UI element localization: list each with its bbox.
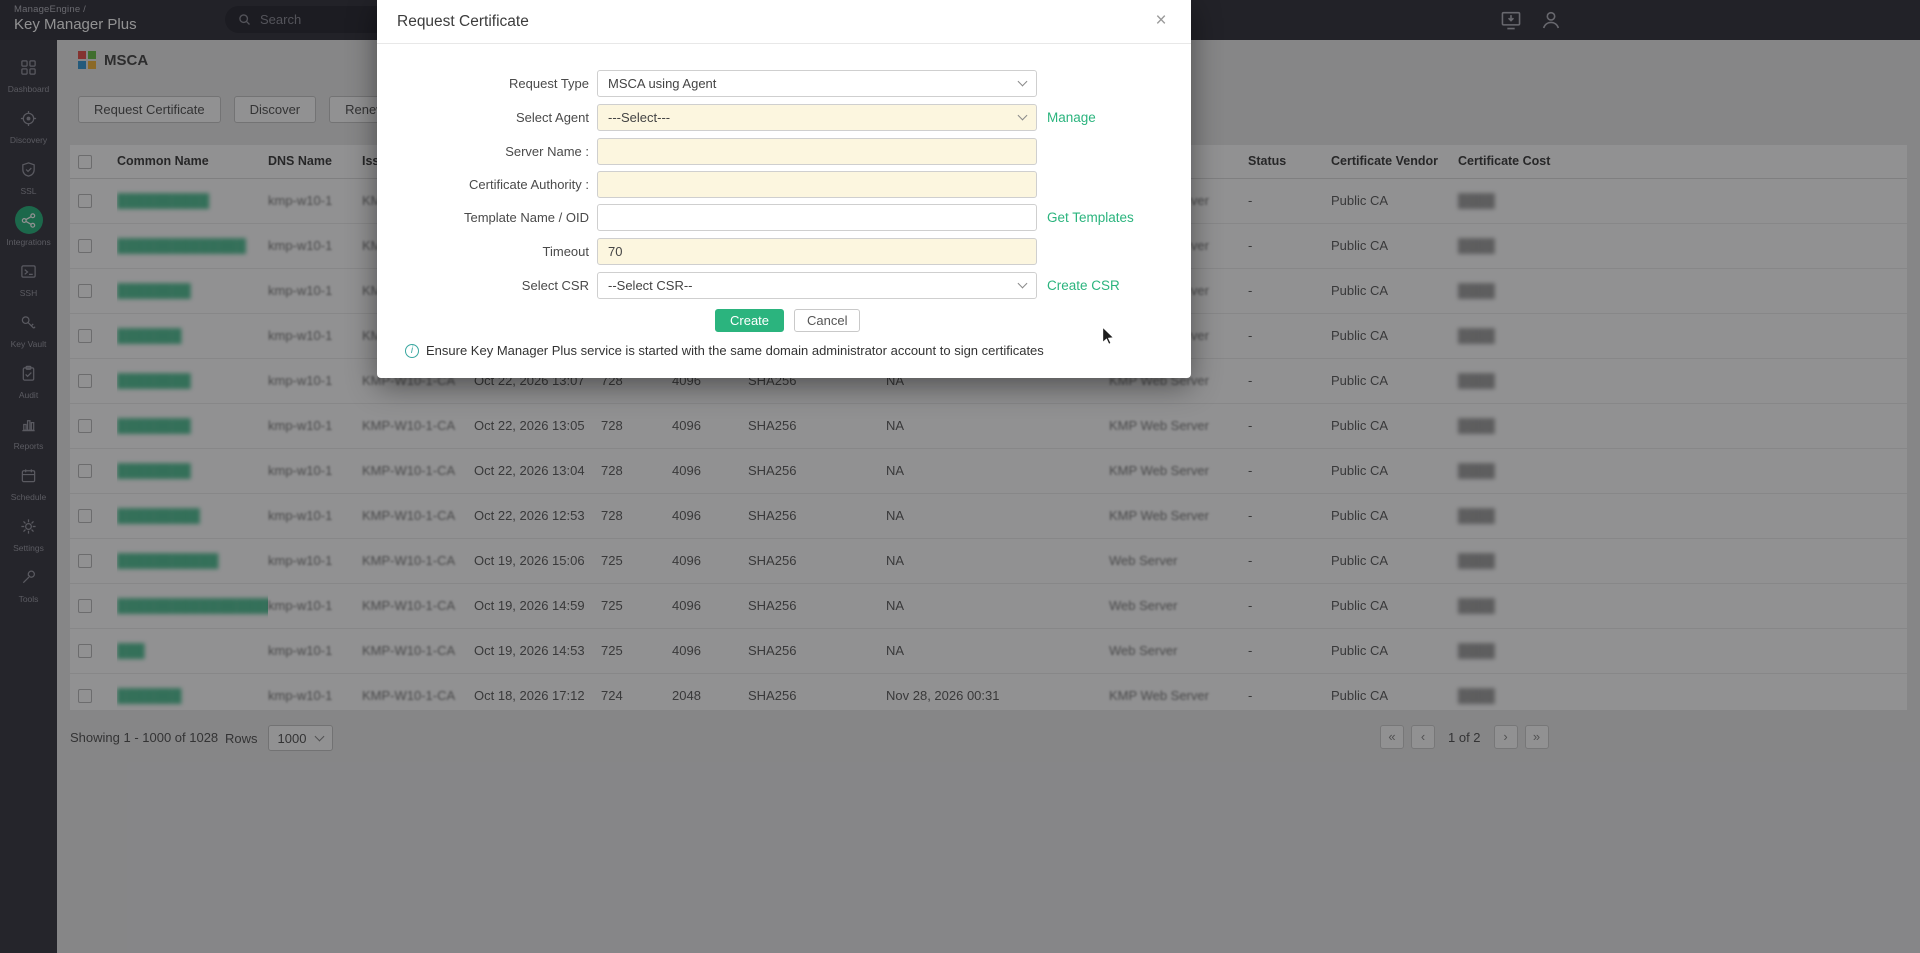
template-name-row: Template Name / OID Get Templates	[377, 204, 1191, 231]
template-name-input[interactable]	[597, 204, 1037, 231]
chevron-down-icon	[1017, 76, 1028, 87]
select-csr-value: --Select CSR--	[608, 278, 693, 293]
modal-note: i Ensure Key Manager Plus service is sta…	[405, 343, 1044, 358]
request-type-label: Request Type	[509, 76, 589, 91]
request-type-value: MSCA using Agent	[608, 76, 717, 91]
close-icon[interactable]: ×	[1149, 10, 1173, 34]
get-templates-link[interactable]: Get Templates	[1047, 204, 1134, 231]
server-name-row: Server Name :	[377, 138, 1191, 165]
manage-link[interactable]: Manage	[1047, 104, 1096, 131]
select-agent-label: Select Agent	[516, 110, 589, 125]
chevron-down-icon	[1017, 110, 1028, 121]
select-csr-select[interactable]: --Select CSR--	[597, 272, 1037, 299]
server-name-input[interactable]	[597, 138, 1037, 165]
info-icon: i	[405, 343, 419, 358]
request-type-row: Request Type MSCA using Agent	[377, 70, 1191, 97]
select-agent-select[interactable]: ---Select---	[597, 104, 1037, 131]
modal-header: Request Certificate ×	[377, 0, 1191, 44]
create-csr-link[interactable]: Create CSR	[1047, 272, 1120, 299]
chevron-down-icon	[1017, 278, 1028, 289]
select-csr-label: Select CSR	[521, 278, 589, 293]
certificate-authority-input[interactable]	[597, 171, 1037, 198]
modal-title: Request Certificate	[397, 13, 529, 30]
request-type-select[interactable]: MSCA using Agent	[597, 70, 1037, 97]
create-button[interactable]: Create	[715, 309, 785, 332]
timeout-row: Timeout	[377, 238, 1191, 265]
certificate-authority-label: Certificate Authority :	[469, 177, 589, 192]
application-window: ManageEngine / Key Manager Plus Search D…	[0, 0, 1920, 953]
note-text: Ensure Key Manager Plus service is start…	[426, 343, 1044, 358]
server-name-label: Server Name :	[505, 144, 589, 159]
mouse-cursor-icon	[1102, 326, 1115, 345]
select-csr-row: Select CSR --Select CSR-- Create CSR	[377, 272, 1191, 299]
request-certificate-modal: Request Certificate × Request Type MSCA …	[377, 0, 1191, 378]
template-name-label: Template Name / OID	[464, 210, 589, 225]
cancel-button[interactable]: Cancel	[794, 309, 861, 332]
modal-buttons: Create Cancel	[377, 309, 1191, 332]
timeout-label: Timeout	[542, 244, 589, 259]
select-agent-row: Select Agent ---Select--- Manage	[377, 104, 1191, 131]
certificate-authority-row: Certificate Authority :	[377, 171, 1191, 198]
select-agent-value: ---Select---	[608, 110, 671, 125]
timeout-input[interactable]	[597, 238, 1037, 265]
